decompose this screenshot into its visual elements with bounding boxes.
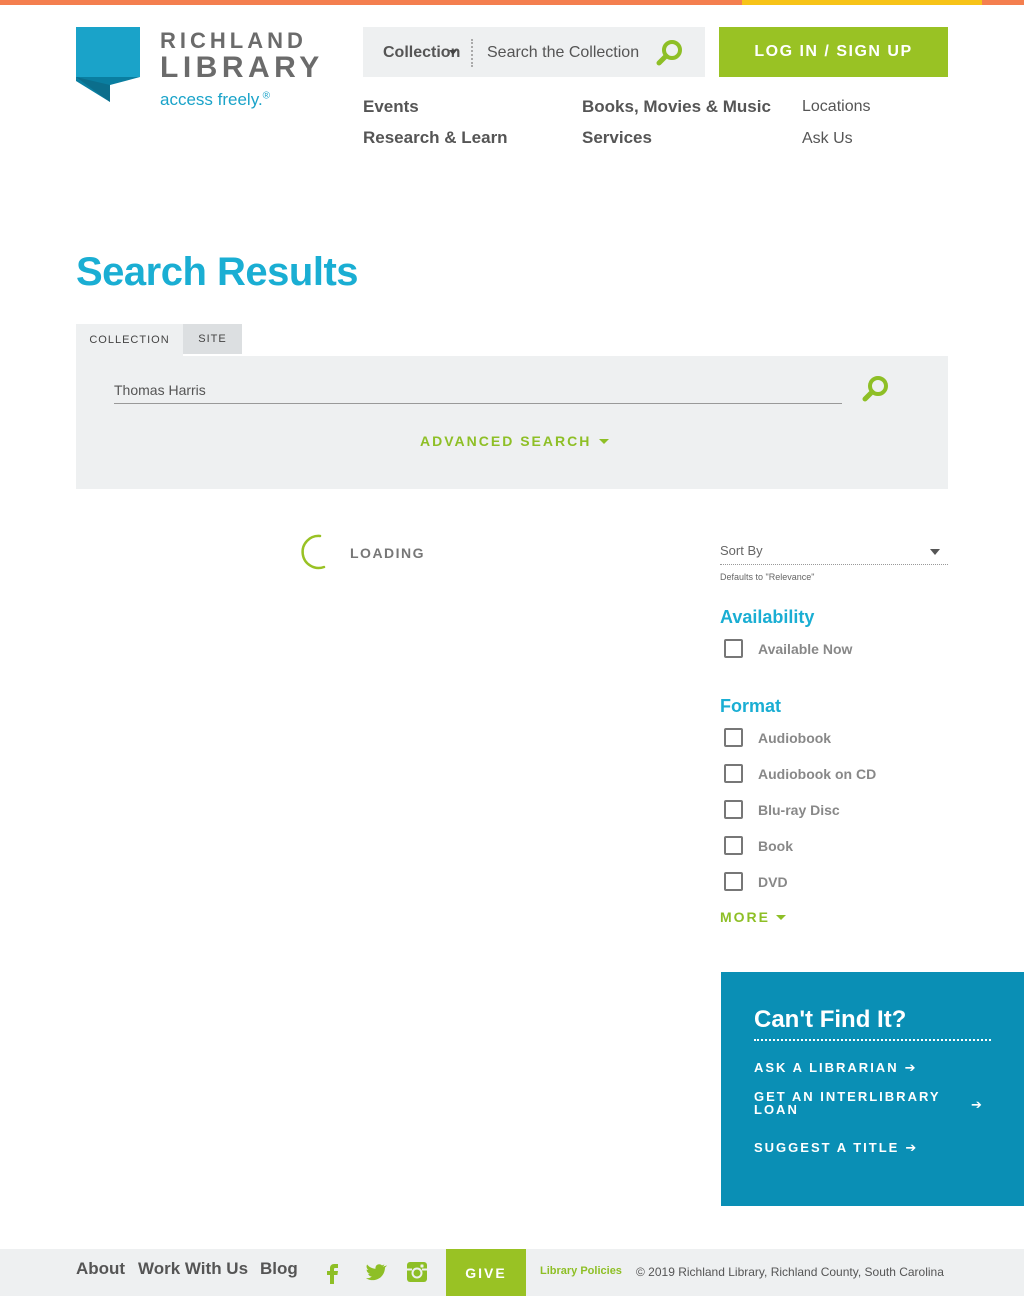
logo-speech-bubble-icon [76,27,140,102]
copyright-text: © 2019 Richland Library, Richland County… [636,1265,944,1279]
filter-label: DVD [758,873,788,890]
loading-label: LOADING [350,545,426,561]
interlibrary-loan-link[interactable]: GET AN INTERLIBRARY LOAN [754,1090,941,1116]
header-search: Collection [363,27,705,77]
availability-heading: Availability [720,607,815,627]
ill-label-line2: LOAN [754,1102,799,1117]
filter-label: Available Now [758,640,853,657]
suggest-title-label: SUGGEST A TITLE [754,1140,900,1155]
instagram-icon[interactable] [405,1260,429,1284]
search-panel: ADVANCED SEARCH [76,356,948,489]
chevron-down-icon [599,438,610,444]
filter-label: Book [758,837,793,854]
loading-spinner-icon [301,534,326,570]
sort-default-note: Defaults to "Relevance" [720,572,815,582]
more-label: MORE [720,909,770,925]
dotted-divider [754,1039,991,1041]
nav-locations[interactable]: Locations [802,98,871,116]
format-heading: Format [720,696,782,716]
site-logo[interactable]: RICHLAND LIBRARY access freely.® [76,27,336,117]
filter-format-book[interactable]: Book [724,836,793,855]
arrow-right-icon: ➔ [905,1140,919,1155]
checkbox[interactable] [724,836,743,855]
search-icon[interactable] [655,38,685,68]
nav-events[interactable]: Events [363,97,419,117]
suggest-title-link[interactable]: SUGGEST A TITLE ➔ [754,1140,918,1156]
sort-by-select[interactable]: Sort By [720,540,948,565]
tab-site[interactable]: SITE [183,324,242,354]
filter-format-audiobook[interactable]: Audiobook [724,728,831,747]
chevron-down-icon [776,914,786,920]
nav-books-movies-music[interactable]: Books, Movies & Music [582,97,771,117]
arrow-right-icon: ➔ [971,1097,984,1112]
checkbox[interactable] [724,728,743,747]
filter-label: Audiobook [758,729,832,746]
tab-collection[interactable]: COLLECTION [76,324,183,356]
search-icon[interactable] [861,374,891,404]
give-button[interactable]: GIVE [446,1249,526,1296]
login-signup-button[interactable]: LOG IN / SIGN UP [719,27,948,77]
checkbox[interactable] [724,872,743,891]
chevron-down-icon [449,50,457,55]
header-search-input[interactable] [487,42,647,64]
top-bar-yellow [742,0,982,5]
logo-tagline: access freely.® [160,90,270,110]
footer-about-link[interactable]: About [76,1259,125,1279]
checkbox[interactable] [724,800,743,819]
advanced-search-label: ADVANCED SEARCH [420,433,592,449]
more-formats-toggle[interactable]: MORE [720,909,786,925]
top-bar-orange-end [982,0,1024,5]
twitter-icon[interactable] [363,1260,387,1284]
footer-blog-link[interactable]: Blog [260,1259,298,1279]
top-color-bar [0,0,1024,5]
chevron-down-icon [930,549,940,555]
arrow-right-icon: ➔ [904,1060,918,1075]
logo-name-line2: LIBRARY [160,51,324,84]
footer-work-with-us-link[interactable]: Work With Us [138,1259,248,1279]
top-bar-orange [0,0,742,5]
ask-librarian-link[interactable]: ASK A LIBRARIAN ➔ [754,1060,918,1076]
facebook-icon[interactable] [321,1260,345,1284]
checkbox[interactable] [724,764,743,783]
cant-find-heading: Can't Find It? [754,1006,907,1033]
ask-librarian-label: ASK A LIBRARIAN [754,1060,899,1075]
nav-ask-us[interactable]: Ask Us [802,130,853,148]
filter-label: Blu-ray Disc [758,801,840,818]
cant-find-it-panel: Can't Find It? ASK A LIBRARIAN ➔ GET AN I… [721,972,1024,1206]
filter-available-now[interactable]: Available Now [724,639,852,658]
search-divider [471,39,473,67]
search-query-input[interactable] [114,380,842,404]
filter-format-audiobook-cd[interactable]: Audiobook on CD [724,764,876,783]
filter-format-dvd[interactable]: DVD [724,872,788,891]
filter-format-bluray[interactable]: Blu-ray Disc [724,800,840,819]
tagline-mark: ® [262,90,271,102]
page-title: Search Results [76,250,359,294]
filter-label: Audiobook on CD [758,765,877,782]
sort-by-label: Sort By [720,543,763,558]
checkbox[interactable] [724,639,743,658]
nav-research-learn[interactable]: Research & Learn [363,128,508,148]
advanced-search-toggle[interactable]: ADVANCED SEARCH [420,433,610,449]
tagline-text: access freely. [160,90,263,109]
library-policies-link[interactable]: Library Policies [540,1265,622,1277]
nav-services[interactable]: Services [582,128,652,148]
site-footer: About Work With Us Blog GIVE Library Pol… [0,1249,1024,1296]
